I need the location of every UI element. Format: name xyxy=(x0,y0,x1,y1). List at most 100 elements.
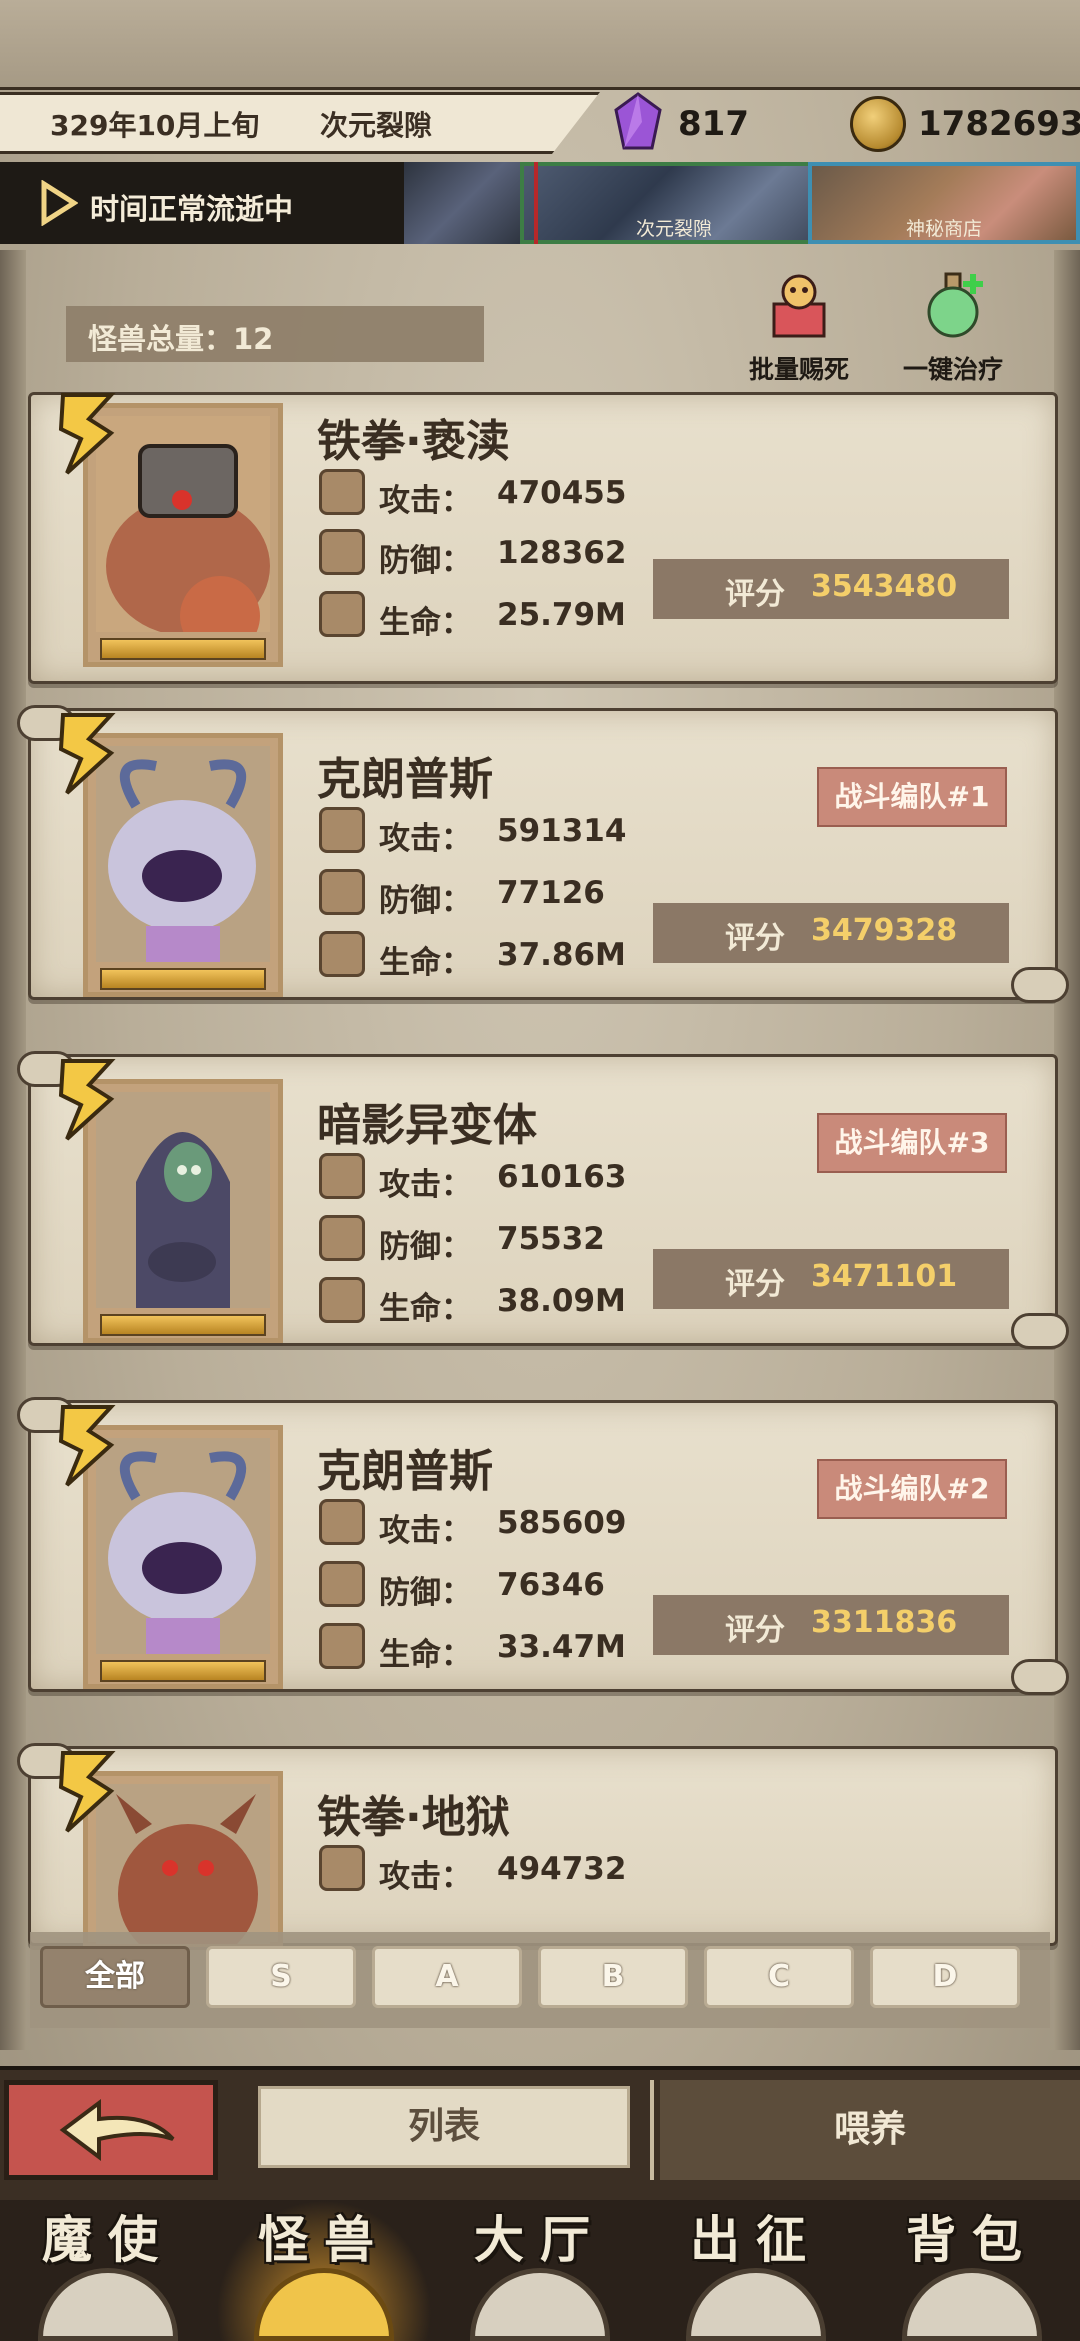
hp-value: 33.47M xyxy=(497,1629,626,1665)
claw-icon xyxy=(319,807,365,853)
score-label: 评分 xyxy=(725,577,785,612)
nav-expedition-label: 出征 xyxy=(690,2211,822,2269)
filter-d[interactable]: D xyxy=(870,1946,1020,2008)
hp-label: 生命： xyxy=(379,1291,472,1327)
heal-potion-icon xyxy=(927,272,983,338)
monster-art xyxy=(96,1438,270,1654)
monster-art xyxy=(96,1092,270,1308)
scroll-curl xyxy=(1011,1313,1069,1349)
back-button[interactable] xyxy=(4,2080,218,2180)
hp-label: 生命： xyxy=(379,1637,472,1673)
hp-label: 生命： xyxy=(379,605,472,641)
filter-s[interactable]: S xyxy=(206,1946,356,2008)
monster-card[interactable]: 铁拳·亵渎 攻击： 470455 防御： 128362 生命： 25.79M 评… xyxy=(28,392,1058,684)
monster-card[interactable]: 克朗普斯 战斗编队#2 攻击： 585609 防御： 76346 生命： 33.… xyxy=(17,1397,1069,1695)
monster-name: 铁拳·亵渎 xyxy=(317,416,510,467)
monster-name: 铁拳·地狱 xyxy=(317,1792,510,1843)
nav-hall[interactable]: 大厅 xyxy=(432,2200,648,2341)
left-border xyxy=(0,250,26,2050)
nav-backpack-label: 背包 xyxy=(906,2211,1038,2269)
gold-coin-icon xyxy=(850,96,906,152)
attack-value: 591314 xyxy=(497,813,627,849)
monster-card[interactable]: 铁拳·地狱 攻击： 494732 防御： 96335 xyxy=(17,1743,1058,1947)
batch-kill-button[interactable]: 批量赐死 xyxy=(734,270,864,384)
tab-feed[interactable]: 喂养 xyxy=(660,2080,1080,2180)
shield-icon xyxy=(319,1561,365,1607)
backpack-icon xyxy=(902,2268,1042,2341)
tab-list[interactable]: 列表 xyxy=(258,2086,630,2168)
score-plate: 评分 3543480 xyxy=(653,559,1009,619)
score-value: 3543480 xyxy=(811,569,958,604)
tab-divider xyxy=(650,2080,654,2180)
defense-value: 76346 xyxy=(497,1567,605,1603)
monster-total: 怪兽总量：12 xyxy=(88,322,274,356)
hp-value: 25.79M xyxy=(497,597,626,633)
hp-value: 37.86M xyxy=(497,937,626,973)
filter-a[interactable]: A xyxy=(372,1946,522,2008)
score-label: 评分 xyxy=(725,1267,785,1302)
heal-all-label: 一键治疗 xyxy=(902,355,1003,384)
nav-backpack[interactable]: 背包 xyxy=(864,2200,1080,2341)
shield-icon xyxy=(319,529,365,575)
rank-s-icon xyxy=(58,1405,116,1487)
monster-card[interactable]: 克朗普斯 战斗编队#1 攻击： 591314 防御： 77126 生命： 37.… xyxy=(17,705,1069,1003)
rank-s-icon xyxy=(58,1751,116,1833)
team-tag: 战斗编队#3 xyxy=(817,1113,1007,1173)
shield-icon xyxy=(319,869,365,915)
bottom-nav: 魔使 怪兽 大厅 出征 背包 xyxy=(0,2200,1080,2341)
score-label: 评分 xyxy=(725,921,785,956)
batch-kill-label: 批量赐死 xyxy=(748,355,849,384)
attack-label: 攻击： xyxy=(379,1513,472,1549)
nav-envoy-label: 魔使 xyxy=(42,2211,174,2269)
rank-s-icon xyxy=(58,393,116,475)
attack-label: 攻击： xyxy=(379,1167,472,1203)
team-tag: 战斗编队#1 xyxy=(817,767,1007,827)
attack-label: 攻击： xyxy=(379,1859,472,1895)
score-value: 3479328 xyxy=(811,913,958,948)
nav-envoy[interactable]: 魔使 xyxy=(0,2200,216,2341)
score-value: 3471101 xyxy=(811,1259,958,1294)
shield-icon xyxy=(319,1215,365,1261)
monster-name: 克朗普斯 xyxy=(317,754,493,805)
rank-s-icon xyxy=(58,713,116,795)
level-bar xyxy=(100,1314,266,1336)
level-bar xyxy=(100,1660,266,1682)
attack-value: 470455 xyxy=(497,475,627,511)
game-date: 329年10月上旬 xyxy=(50,109,260,142)
play-icon[interactable] xyxy=(40,180,78,226)
current-location: 次元裂隙 xyxy=(320,109,433,142)
level-bar xyxy=(100,968,266,990)
monster-name: 暗影异变体 xyxy=(317,1100,537,1151)
defense-value: 75532 xyxy=(497,1221,605,1257)
monster-art xyxy=(96,746,270,962)
heart-icon xyxy=(319,591,365,637)
monster-art xyxy=(96,416,270,632)
tab-dimension-rift-label: 次元裂隙 xyxy=(635,218,712,240)
filter-c[interactable]: C xyxy=(704,1946,854,2008)
attack-value: 610163 xyxy=(497,1159,627,1195)
nav-monster-label: 怪兽 xyxy=(258,2211,390,2269)
attack-value: 494732 xyxy=(497,1851,627,1887)
attack-label: 攻击： xyxy=(379,483,472,519)
attack-label: 攻击： xyxy=(379,821,472,857)
hp-value: 38.09M xyxy=(497,1283,626,1319)
defense-label: 防御： xyxy=(379,1229,472,1265)
defense-label: 防御： xyxy=(379,883,472,919)
claw-icon xyxy=(319,469,365,515)
crystal-icon xyxy=(614,92,662,150)
monster-card[interactable]: 暗影异变体 战斗编队#3 攻击： 610163 防御： 75532 生命： 38… xyxy=(17,1051,1069,1349)
top-bar xyxy=(0,0,1080,90)
attack-value: 585609 xyxy=(497,1505,627,1541)
back-arrow-icon xyxy=(59,2099,175,2161)
monster-art xyxy=(96,1784,270,1944)
claw-icon xyxy=(319,1845,365,1891)
nav-expedition[interactable]: 出征 xyxy=(648,2200,864,2341)
scroll-curl xyxy=(1011,967,1069,1003)
filter-all[interactable]: 全部 xyxy=(40,1946,190,2008)
nav-monster[interactable]: 怪兽 xyxy=(216,2200,432,2341)
time-status-text: 时间正常流逝中 xyxy=(90,192,294,226)
filter-b[interactable]: B xyxy=(538,1946,688,2008)
score-plate: 评分 3471101 xyxy=(653,1249,1009,1309)
team-tag: 战斗编队#2 xyxy=(817,1459,1007,1519)
heal-all-button[interactable]: 一键治疗 xyxy=(888,270,1018,384)
